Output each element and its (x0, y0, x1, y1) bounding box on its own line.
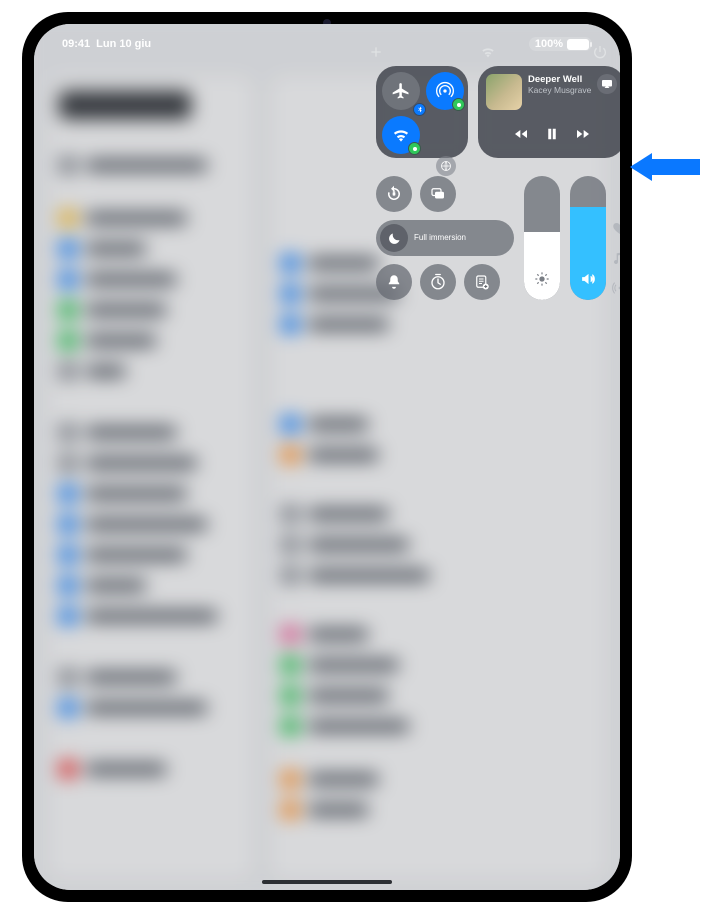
timer-button[interactable] (420, 264, 456, 300)
next-track-button[interactable] (575, 126, 591, 147)
now-playing-module[interactable]: Deeper Well Kacey Musgrave (478, 66, 620, 158)
device-frame: 09:41 Lun 10 giu 100% (22, 12, 632, 902)
moon-icon (380, 224, 408, 252)
personal-hotspot-icon[interactable] (436, 156, 456, 176)
home-indicator[interactable] (262, 880, 392, 884)
focus-label: Full immersion (414, 234, 466, 242)
bluetooth-badge-icon (413, 103, 426, 116)
brightness-icon (534, 271, 550, 292)
media-title: Deeper Well (528, 74, 591, 85)
airdrop-toggle[interactable] (426, 72, 464, 110)
battery-indicator: 100% (529, 37, 592, 51)
cellular-signal-icon[interactable] (612, 280, 620, 296)
silent-mode-button[interactable] (376, 264, 412, 300)
play-pause-button[interactable] (543, 125, 561, 148)
volume-icon (580, 271, 596, 292)
battery-pct: 100% (535, 38, 563, 50)
screen-mirroring-button[interactable] (420, 176, 456, 212)
brightness-slider[interactable] (524, 176, 560, 300)
callout-arrow (630, 153, 700, 181)
focus-mode-button[interactable]: Full immersion (376, 220, 514, 256)
music-icon[interactable] (612, 250, 620, 266)
prev-track-button[interactable] (513, 126, 529, 147)
status-bar: 09:41 Lun 10 giu 100% (34, 32, 620, 56)
airplay-button[interactable] (597, 74, 617, 94)
favorite-icon[interactable] (612, 220, 620, 236)
volume-slider[interactable] (570, 176, 606, 300)
status-time: 09:41 (62, 38, 90, 50)
media-artist: Kacey Musgrave (528, 85, 591, 95)
screen: 09:41 Lun 10 giu 100% (34, 24, 620, 890)
connectivity-module[interactable] (376, 66, 468, 158)
airdrop-active-badge (452, 98, 465, 111)
wifi-active-badge (408, 142, 421, 155)
album-art (486, 74, 522, 110)
status-date: Lun 10 giu (96, 38, 151, 50)
rotation-lock-button[interactable] (376, 176, 412, 212)
extra-controls-column (612, 220, 620, 296)
control-center: Deeper Well Kacey Musgrave (376, 66, 606, 300)
wifi-toggle[interactable] (382, 116, 420, 154)
quick-note-button[interactable] (464, 264, 500, 300)
